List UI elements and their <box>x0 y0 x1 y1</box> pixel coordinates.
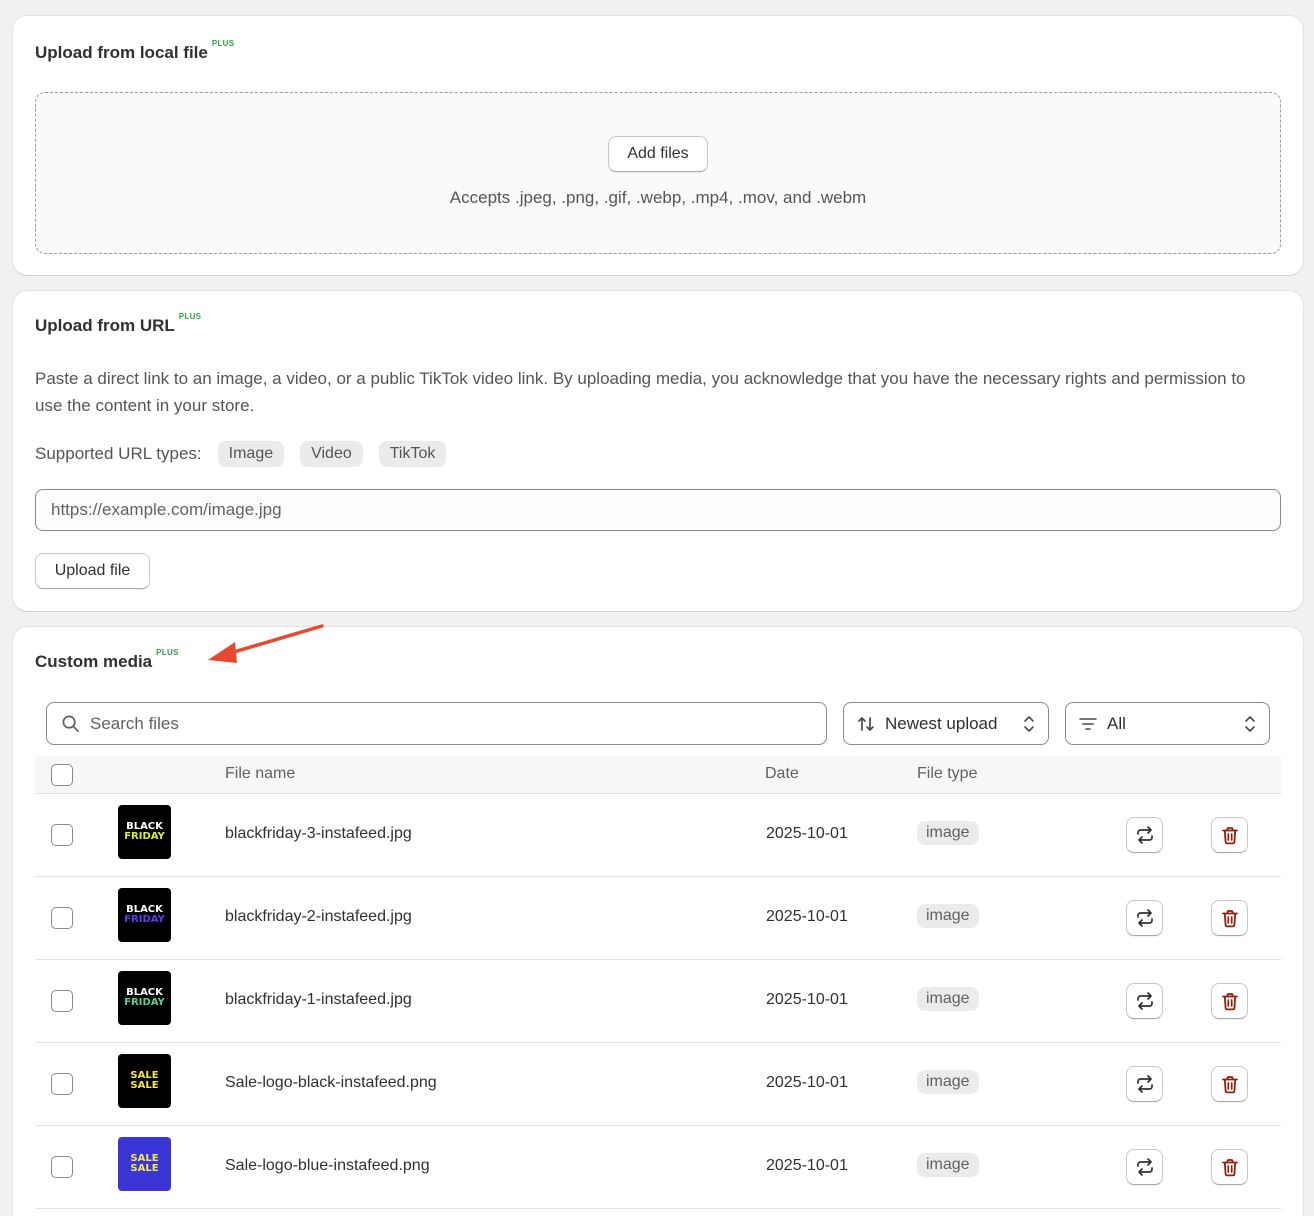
file-name: Sale-logo-black-instafeed.png <box>225 1074 437 1091</box>
file-thumbnail: SALE SALE <box>118 1054 171 1108</box>
file-date: 2025-10-01 <box>766 1157 848 1174</box>
replace-button[interactable] <box>1126 1066 1163 1102</box>
delete-button[interactable] <box>1211 1149 1248 1185</box>
file-date: 2025-10-01 <box>766 991 848 1008</box>
table-row: BLACK FRIDAY blackfriday-2-instafeed.jpg… <box>35 877 1281 960</box>
file-date: 2025-10-01 <box>766 908 848 925</box>
upload-local-title: Upload from local file PLUS <box>35 39 235 62</box>
type-chip-video: Video <box>300 441 363 467</box>
trash-icon <box>1221 1158 1238 1176</box>
trash-icon <box>1221 992 1238 1010</box>
upload-url-card: Upload from URL PLUS Paste a direct link … <box>13 291 1303 611</box>
upload-url-description: Paste a direct link to an image, a video… <box>35 369 1246 415</box>
file-thumbnail: SALE SALE <box>118 1137 171 1191</box>
replace-icon <box>1136 1158 1153 1176</box>
supported-url-types: Supported URL types: Image Video TikTok <box>35 441 462 467</box>
plus-badge: PLUS <box>211 39 235 48</box>
file-name: blackfriday-1-instafeed.jpg <box>225 991 412 1008</box>
row-checkbox[interactable] <box>51 1156 73 1178</box>
delete-button[interactable] <box>1211 817 1248 853</box>
table-header: File name Date File type <box>35 756 1281 794</box>
search-field[interactable] <box>46 702 827 745</box>
delete-button[interactable] <box>1211 1066 1248 1102</box>
file-dropzone[interactable]: Add files Accepts .jpeg, .png, .gif, .we… <box>35 92 1281 254</box>
file-type-badge: image <box>917 904 979 928</box>
file-name: blackfriday-3-instafeed.jpg <box>225 825 412 842</box>
replace-icon <box>1136 909 1153 927</box>
replace-icon <box>1136 1075 1153 1093</box>
thumbnail-text-line2: FRIDAY <box>124 997 165 1008</box>
upload-local-card: Upload from local file PLUS Add files Acc… <box>13 16 1303 275</box>
upload-file-button[interactable]: Upload file <box>35 553 150 589</box>
search-icon <box>62 715 79 732</box>
delete-button[interactable] <box>1211 900 1248 936</box>
file-type-badge: image <box>917 821 979 845</box>
chevron-up-down-icon <box>1245 716 1255 732</box>
replace-button[interactable] <box>1126 817 1163 853</box>
filter-icon <box>1079 717 1097 730</box>
replace-button[interactable] <box>1126 983 1163 1019</box>
url-input[interactable] <box>35 489 1281 531</box>
replace-button[interactable] <box>1126 1149 1163 1185</box>
thumbnail-text-line2: FRIDAY <box>124 914 165 925</box>
table-row: SALE SALE Sale-logo-black-instafeed.png … <box>35 1043 1281 1126</box>
search-input[interactable] <box>90 713 790 734</box>
thumbnail-text-line2: SALE <box>130 1080 159 1091</box>
column-header-date: Date <box>765 765 799 782</box>
sort-select-value: Newest upload <box>885 713 998 733</box>
plus-badge: PLUS <box>156 648 179 657</box>
custom-media-title: Custom media PLUS <box>35 648 179 671</box>
filter-select-value: All <box>1107 713 1126 733</box>
thumbnail-text-line2: FRIDAY <box>124 831 165 842</box>
supported-types-label: Supported URL types: <box>35 444 202 463</box>
file-date: 2025-10-01 <box>766 825 848 842</box>
add-files-button[interactable]: Add files <box>608 136 708 172</box>
chevron-up-down-icon <box>1024 716 1034 732</box>
row-checkbox[interactable] <box>51 907 73 929</box>
filter-select[interactable]: All <box>1065 702 1270 745</box>
trash-icon <box>1221 909 1238 927</box>
select-all-checkbox[interactable] <box>51 764 73 786</box>
sort-select[interactable]: Newest upload <box>843 702 1049 745</box>
file-thumbnail: BLACK FRIDAY <box>118 805 171 859</box>
file-type-badge: image <box>917 987 979 1011</box>
file-thumbnail: BLACK FRIDAY <box>118 971 171 1025</box>
table-row: BLACK FRIDAY blackfriday-3-instafeed.jpg… <box>35 794 1281 877</box>
delete-button[interactable] <box>1211 983 1248 1019</box>
row-checkbox[interactable] <box>51 990 73 1012</box>
column-header-file-type: File type <box>917 765 978 782</box>
file-type-badge: image <box>917 1153 979 1177</box>
plus-badge: PLUS <box>178 312 202 321</box>
trash-icon <box>1221 826 1238 844</box>
column-header-file-name: File name <box>225 765 296 782</box>
type-chip-tiktok: TikTok <box>378 441 447 467</box>
table-body: BLACK FRIDAY blackfriday-3-instafeed.jpg… <box>35 794 1281 1209</box>
type-chip-image: Image <box>217 441 285 467</box>
replace-icon <box>1136 992 1153 1010</box>
file-date: 2025-10-01 <box>766 1074 848 1091</box>
file-type-badge: image <box>917 1070 979 1094</box>
file-name: blackfriday-2-instafeed.jpg <box>225 908 412 925</box>
replace-button[interactable] <box>1126 900 1163 936</box>
media-table: File name Date File type BLACK FRIDAY bl… <box>35 756 1281 1209</box>
row-checkbox[interactable] <box>51 824 73 846</box>
table-row: SALE SALE Sale-logo-blue-instafeed.png 2… <box>35 1126 1281 1209</box>
file-thumbnail: BLACK FRIDAY <box>118 888 171 942</box>
row-checkbox[interactable] <box>51 1073 73 1095</box>
table-row: BLACK FRIDAY blackfriday-1-instafeed.jpg… <box>35 960 1281 1043</box>
trash-icon <box>1221 1075 1238 1093</box>
accepted-formats-text: Accepts .jpeg, .png, .gif, .webp, .mp4, … <box>449 188 867 207</box>
file-name: Sale-logo-blue-instafeed.png <box>225 1157 430 1174</box>
replace-icon <box>1136 826 1153 844</box>
annotation-arrow-icon <box>208 624 324 663</box>
sort-icon <box>858 716 874 731</box>
upload-url-title: Upload from URL PLUS <box>35 312 202 335</box>
custom-media-card: Custom mediaPLUS Newest upload All <box>13 624 1303 1216</box>
thumbnail-text-line2: SALE <box>130 1163 159 1174</box>
